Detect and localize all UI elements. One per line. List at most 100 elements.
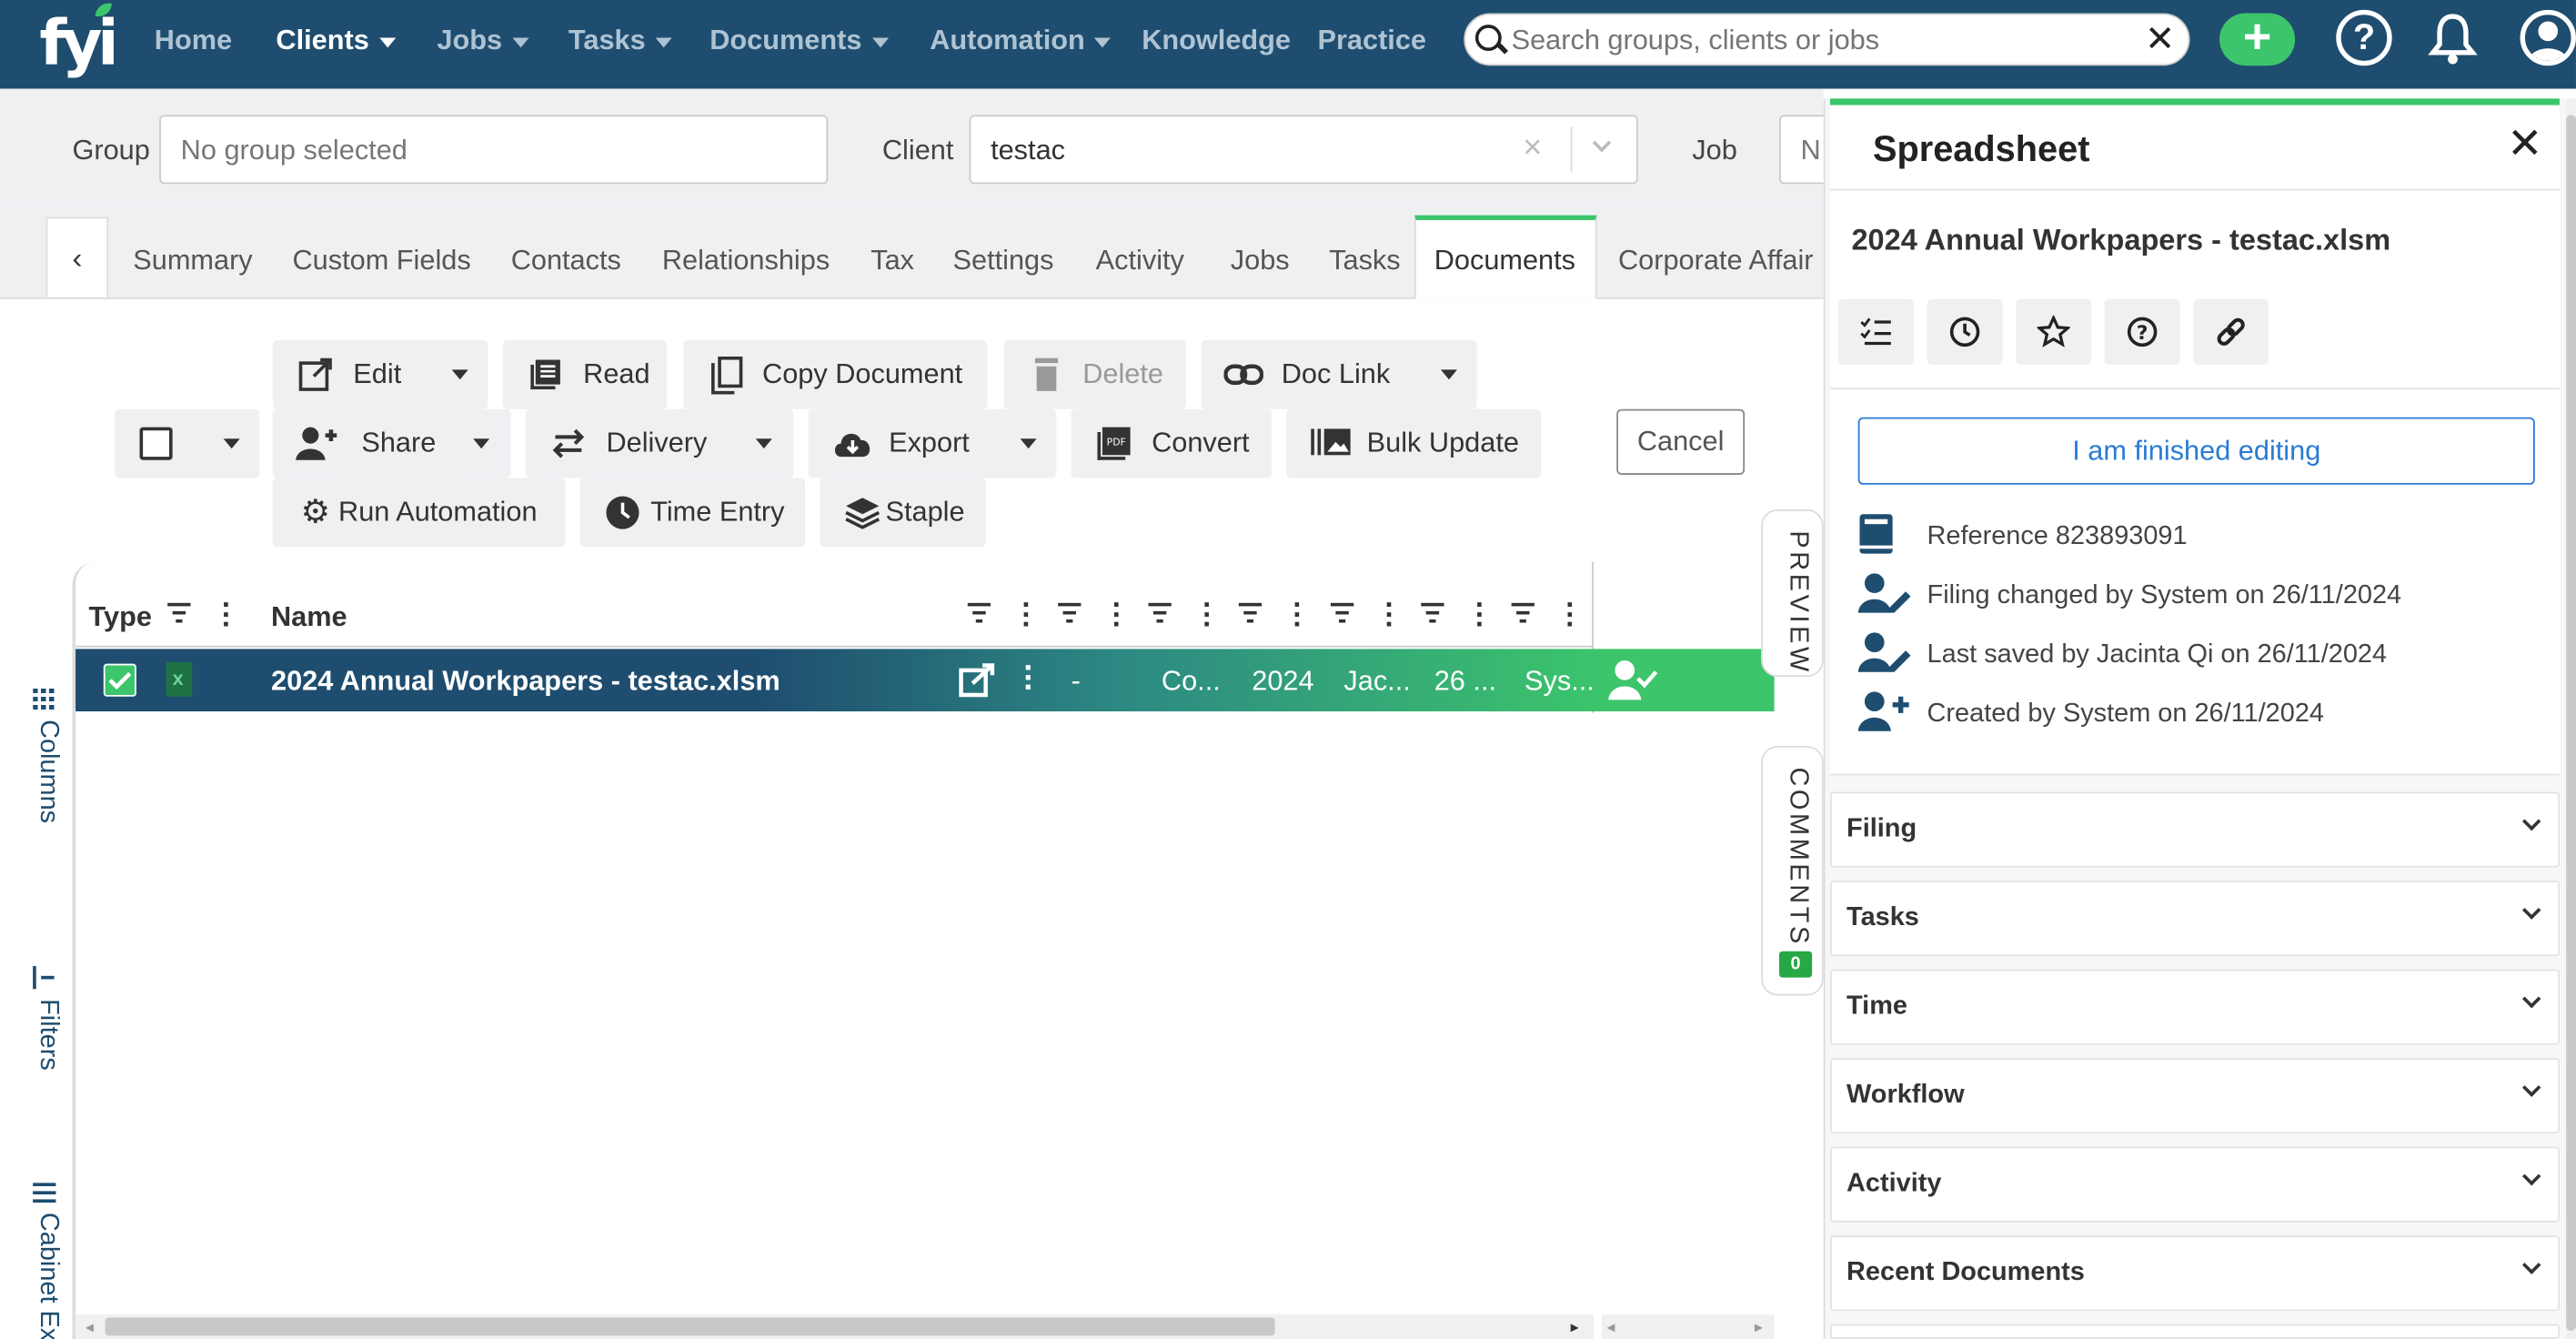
- column-menu-icon[interactable]: · · ·: [1385, 589, 1395, 639]
- nav-automation[interactable]: Automation: [930, 25, 1112, 57]
- comments-tab[interactable]: COMMENTS 0: [1761, 745, 1824, 996]
- column-menu-icon[interactable]: · · ·: [222, 589, 232, 639]
- group-select[interactable]: No group selected: [159, 115, 829, 185]
- delivery-button[interactable]: Delivery: [525, 408, 794, 478]
- add-button[interactable]: +: [2219, 13, 2296, 66]
- close-icon[interactable]: ✕: [2507, 118, 2542, 169]
- filter-icon[interactable]: [1238, 602, 1263, 623]
- document-name[interactable]: 2024 Annual Workpapers - testac.xlsm: [271, 665, 780, 698]
- filter-icon[interactable]: [1148, 602, 1172, 623]
- row-menu-icon[interactable]: · · ·: [1023, 652, 1034, 705]
- nav-home[interactable]: Home: [155, 25, 232, 57]
- cancel-button[interactable]: Cancel: [1616, 408, 1746, 475]
- time-entry-button[interactable]: Time Entry: [579, 478, 805, 548]
- chevron-down-icon: [871, 36, 889, 47]
- column-menu-icon[interactable]: · · ·: [1565, 589, 1575, 639]
- export-button[interactable]: Export: [808, 408, 1057, 478]
- share-button[interactable]: Share: [272, 408, 511, 478]
- list-icon: [33, 1183, 56, 1203]
- section-recent-documents[interactable]: Recent Documents: [1829, 1235, 2560, 1312]
- filter-icon[interactable]: [1421, 602, 1444, 623]
- help-icon[interactable]: ?: [2336, 9, 2392, 66]
- fyi-logo[interactable]: fyi: [39, 3, 119, 79]
- staple-button[interactable]: Staple: [820, 478, 986, 548]
- copy-document-button[interactable]: Copy Document: [683, 339, 988, 409]
- convert-button[interactable]: PDF Convert: [1071, 408, 1272, 478]
- filter-icon[interactable]: [967, 602, 991, 623]
- column-menu-icon[interactable]: · · ·: [1112, 589, 1122, 639]
- gear-icon: ⚙: [300, 494, 330, 531]
- preview-tab[interactable]: PREVIEW: [1761, 508, 1824, 678]
- nav-documents[interactable]: Documents: [709, 25, 889, 57]
- tab-activity[interactable]: Activity: [1096, 245, 1184, 277]
- clear-search-icon[interactable]: ✕: [2145, 18, 2175, 61]
- tab-relationships[interactable]: Relationships: [662, 245, 830, 277]
- tab-summary[interactable]: Summary: [133, 245, 252, 277]
- tab-settings[interactable]: Settings: [953, 245, 1054, 277]
- user-check-icon[interactable]: [1608, 659, 1658, 710]
- bulk-update-button[interactable]: Bulk Update: [1286, 408, 1542, 478]
- pinned-scrollbar[interactable]: [1601, 1314, 1775, 1339]
- checklist-icon[interactable]: [1838, 298, 1915, 365]
- select-all-checkbox[interactable]: [139, 427, 173, 460]
- read-button[interactable]: Read: [502, 339, 668, 409]
- columns-panel-toggle[interactable]: Columns: [33, 686, 63, 823]
- tab-jobs[interactable]: Jobs: [1231, 245, 1290, 277]
- filter-icon[interactable]: [1511, 602, 1535, 623]
- link-icon[interactable]: [2193, 298, 2269, 365]
- table-row[interactable]: x 2024 Annual Workpapers - testac.xlsm ·…: [75, 649, 1775, 712]
- edit-button[interactable]: Edit: [272, 339, 488, 409]
- column-header-name[interactable]: Name: [271, 601, 347, 634]
- tab-custom-fields[interactable]: Custom Fields: [292, 245, 470, 277]
- tab-contacts[interactable]: Contacts: [511, 245, 621, 277]
- history-clock-icon[interactable]: [1927, 298, 2003, 365]
- column-header-type[interactable]: Type: [89, 601, 152, 634]
- nav-tasks[interactable]: Tasks: [569, 25, 672, 57]
- filter-icon[interactable]: [1330, 602, 1354, 623]
- section-workflow[interactable]: Workflow: [1829, 1058, 2560, 1134]
- scroll-left-icon[interactable]: ◂: [1606, 1319, 1615, 1337]
- open-external-icon[interactable]: [958, 662, 997, 707]
- select-all-dropdown[interactable]: [115, 408, 260, 478]
- nav-jobs[interactable]: Jobs: [437, 25, 528, 57]
- nav-practice[interactable]: Practice: [1317, 25, 1426, 57]
- section-activity[interactable]: Activity: [1829, 1146, 2560, 1223]
- user-avatar-icon[interactable]: [2520, 9, 2576, 66]
- panel-scrollbar-thumb[interactable]: [2566, 115, 2576, 1331]
- job-label: Job: [1692, 135, 1737, 166]
- bell-icon[interactable]: [2425, 10, 2480, 65]
- tab-tasks[interactable]: Tasks: [1329, 245, 1401, 277]
- tab-corporate-affairs[interactable]: Corporate Affair: [1618, 245, 1818, 277]
- scroll-right-icon[interactable]: ▸: [1755, 1319, 1763, 1337]
- column-menu-icon[interactable]: · · ·: [1202, 589, 1213, 639]
- doc-link-button[interactable]: Doc Link: [1201, 339, 1477, 409]
- nav-clients[interactable]: Clients: [276, 25, 396, 57]
- run-automation-button[interactable]: ⚙ Run Automation: [272, 478, 566, 548]
- row-checkbox[interactable]: [103, 663, 136, 697]
- column-menu-icon[interactable]: · · ·: [1475, 589, 1485, 639]
- star-icon[interactable]: [2016, 298, 2092, 365]
- filter-icon[interactable]: [1058, 602, 1082, 623]
- delete-button[interactable]: Delete: [1003, 339, 1187, 409]
- finished-editing-button[interactable]: I am finished editing: [1857, 417, 2535, 485]
- cell-value: Co...: [1161, 665, 1221, 697]
- search-input[interactable]: [1511, 23, 2136, 60]
- tab-tax[interactable]: Tax: [870, 245, 914, 277]
- help-circle-icon[interactable]: ?: [2104, 298, 2180, 365]
- section-time[interactable]: Time: [1829, 969, 2560, 1045]
- nav-knowledge[interactable]: Knowledge: [1142, 25, 1291, 57]
- column-menu-icon[interactable]: · · ·: [1293, 589, 1303, 639]
- cabinet-explorer-toggle[interactable]: Cabinet Ex: [33, 1183, 63, 1339]
- client-select[interactable]: testac ×: [969, 115, 1638, 185]
- filters-panel-toggle[interactable]: Filters: [33, 965, 63, 1071]
- tabs-scroll-left-button[interactable]: ‹: [45, 216, 109, 299]
- tab-documents[interactable]: Documents: [1434, 245, 1575, 277]
- scrollbar-thumb[interactable]: [105, 1317, 1275, 1336]
- filter-icon[interactable]: [167, 602, 191, 623]
- scroll-right-icon[interactable]: ▸: [1571, 1319, 1579, 1337]
- column-menu-icon[interactable]: · · ·: [1021, 589, 1031, 639]
- section-filing[interactable]: Filing: [1829, 791, 2560, 868]
- scroll-left-icon[interactable]: ◂: [86, 1319, 94, 1337]
- section-tasks[interactable]: Tasks: [1829, 881, 2560, 957]
- clear-client-icon[interactable]: ×: [1523, 130, 1542, 168]
